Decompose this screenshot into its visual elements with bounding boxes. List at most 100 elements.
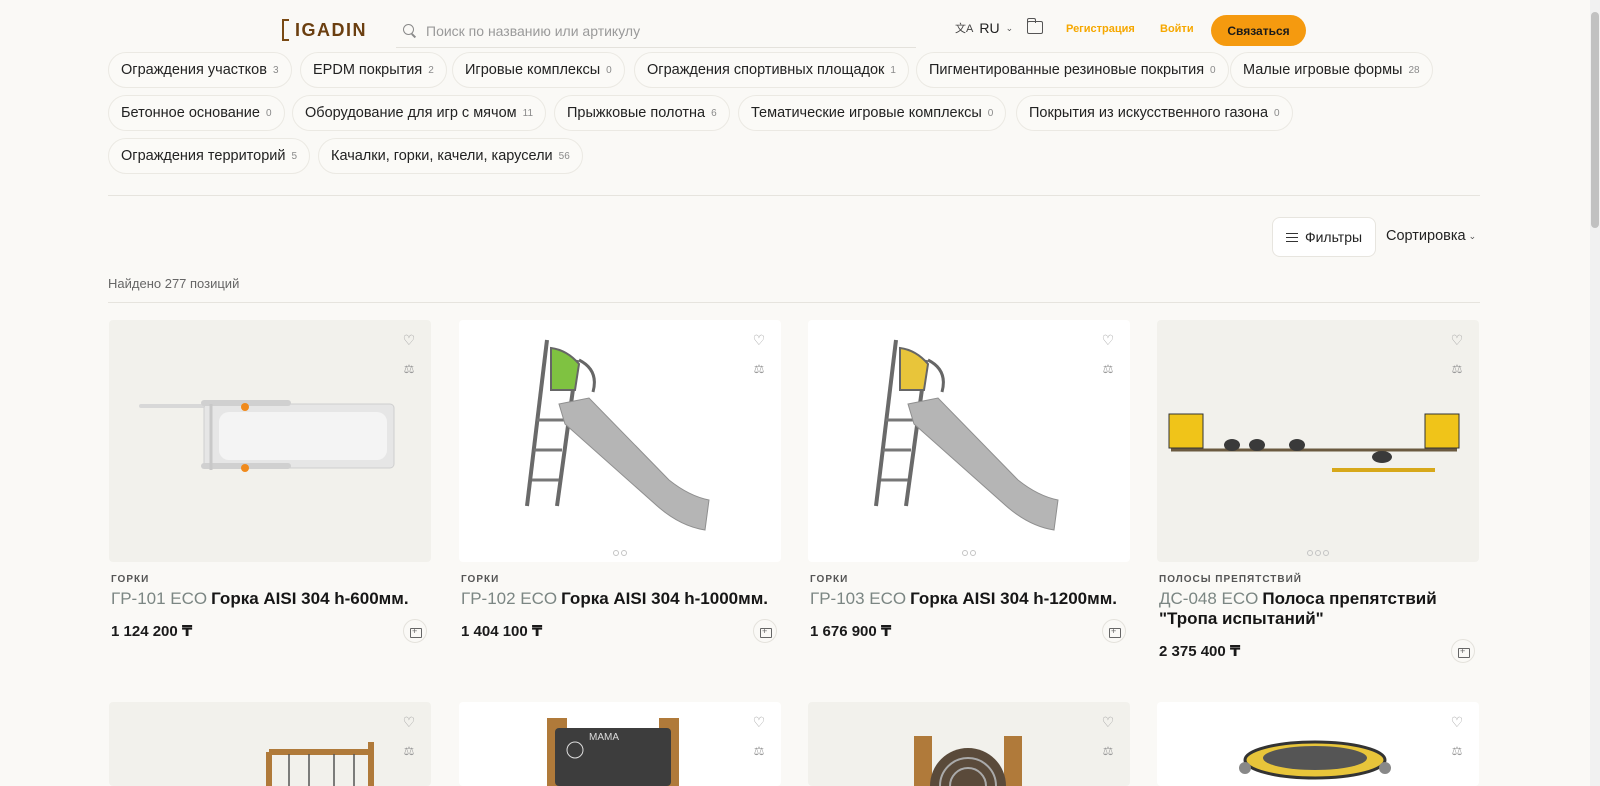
- results-count: Найдено 277 позиций: [108, 276, 240, 291]
- product-card[interactable]: ♡ ⚖ ГОРКИ ГР-101 ECO Горка AISI 304 h-600…: [109, 320, 431, 643]
- register-link[interactable]: Регистрация: [1066, 23, 1135, 35]
- image-carousel-dots[interactable]: [962, 550, 976, 556]
- product-image[interactable]: ♡ ⚖: [459, 320, 781, 562]
- chip-count: 6: [711, 107, 717, 119]
- heart-icon[interactable]: ♡: [1100, 714, 1116, 730]
- compare-scales-icon[interactable]: ⚖: [1100, 361, 1116, 377]
- category-chip[interactable]: Бетонное основание 0: [108, 95, 285, 131]
- compare-scales-icon[interactable]: ⚖: [751, 361, 767, 377]
- contact-button[interactable]: Связаться: [1211, 15, 1306, 46]
- search-bar: [396, 14, 916, 48]
- search-input[interactable]: [426, 22, 906, 39]
- category-chip[interactable]: Ограждения территорий 5: [108, 138, 311, 174]
- category-chip[interactable]: Оборудование для игр с мячом 11: [292, 95, 547, 131]
- category-chip[interactable]: Ограждения участков 3: [108, 52, 292, 88]
- heart-icon[interactable]: ♡: [751, 714, 767, 730]
- slide-green-image: [525, 339, 710, 531]
- logo[interactable]: IGADIN: [282, 19, 367, 41]
- category-chip[interactable]: Малые игровые формы 28: [1230, 52, 1433, 88]
- add-to-cart-icon[interactable]: [1102, 619, 1126, 643]
- product-price: 1 676 900 ₸: [810, 623, 892, 640]
- language-selector[interactable]: 文A RU ⌄: [955, 20, 1013, 36]
- product-image[interactable]: ♡ ⚖: [1157, 702, 1479, 786]
- chip-count: 0: [1210, 64, 1216, 76]
- compare-scales-icon[interactable]: ⚖: [1100, 743, 1116, 759]
- swing-set-image: [266, 742, 374, 786]
- cart-folder-icon[interactable]: [1026, 18, 1043, 34]
- product-price: 1 404 100 ₸: [461, 623, 543, 640]
- product-card[interactable]: МАМА ♡ ⚖: [459, 702, 781, 786]
- compare-scales-icon[interactable]: ⚖: [1449, 361, 1465, 377]
- price-row: 1 404 100 ₸: [461, 619, 781, 643]
- sort-label: Сортировка: [1386, 228, 1466, 244]
- compare-scales-icon[interactable]: ⚖: [401, 743, 417, 759]
- add-to-cart-icon[interactable]: [403, 619, 427, 643]
- compare-scales-icon[interactable]: ⚖: [751, 743, 767, 759]
- product-card[interactable]: ♡ ⚖: [1157, 702, 1479, 786]
- login-link[interactable]: Войти: [1160, 23, 1194, 35]
- product-title[interactable]: ДС-048 ECO Полоса препятствий "Тропа испы…: [1159, 589, 1479, 629]
- chip-count: 0: [1274, 107, 1280, 119]
- product-category: ГОРКИ: [810, 574, 849, 585]
- product-name: Горка AISI 304 h-600мм.: [211, 589, 409, 608]
- chip-count: 3: [272, 64, 279, 76]
- add-to-cart-icon[interactable]: [1451, 639, 1475, 663]
- chip-count: 1: [890, 64, 896, 76]
- product-image[interactable]: ♡ ⚖: [1157, 320, 1479, 562]
- heart-icon[interactable]: ♡: [401, 332, 417, 348]
- product-name: Горка AISI 304 h-1200мм.: [910, 589, 1117, 608]
- heart-icon[interactable]: ♡: [751, 332, 767, 348]
- category-chip[interactable]: Качалки, горки, качели, карусели 56: [318, 138, 583, 174]
- scrollbar-thumb[interactable]: [1591, 12, 1599, 228]
- image-carousel-dots[interactable]: [1307, 550, 1329, 556]
- category-chip[interactable]: Прыжковые полотна 6: [554, 95, 730, 131]
- product-title[interactable]: ГР-101 ECO Горка AISI 304 h-600мм.: [111, 589, 431, 609]
- product-card[interactable]: ♡ ⚖: [109, 702, 431, 786]
- chip-label: Пигментированные резиновые покрытия: [929, 62, 1205, 78]
- slide-yellow-image: [874, 339, 1059, 531]
- chip-label: Ограждения спортивных площадок: [647, 62, 885, 78]
- product-image[interactable]: ♡ ⚖: [109, 702, 431, 786]
- translate-icon: 文A: [955, 23, 974, 35]
- category-chip[interactable]: EPDM покрытия 2: [300, 52, 447, 88]
- product-sku: ГР-103 ECO: [810, 589, 907, 608]
- category-chip[interactable]: Ограждения спортивных площадок 1: [634, 52, 909, 88]
- product-category: ПОЛОСЫ ПРЕПЯТСТВИЙ: [1159, 574, 1302, 585]
- product-category: ГОРКИ: [461, 574, 500, 585]
- product-image[interactable]: ♡ ⚖: [808, 702, 1130, 786]
- chip-label: Тематические игровые комплексы: [751, 105, 982, 121]
- product-price: 2 375 400 ₸: [1159, 643, 1241, 660]
- product-image[interactable]: ♡ ⚖: [109, 320, 431, 562]
- sort-dropdown[interactable]: Сортировка ⌄: [1386, 228, 1476, 244]
- image-carousel-dots[interactable]: [613, 550, 627, 556]
- category-chip[interactable]: Игровые комплексы 0: [452, 52, 625, 88]
- heart-icon[interactable]: ♡: [1449, 714, 1465, 730]
- price-row: 2 375 400 ₸: [1159, 639, 1479, 663]
- product-title[interactable]: ГР-102 ECO Горка AISI 304 h-1000мм.: [461, 589, 781, 609]
- product-image[interactable]: ♡ ⚖: [808, 320, 1130, 562]
- scrollbar[interactable]: [1590, 0, 1600, 786]
- compare-scales-icon[interactable]: ⚖: [1449, 743, 1465, 759]
- product-category: ГОРКИ: [111, 574, 150, 585]
- add-to-cart-icon[interactable]: [753, 619, 777, 643]
- chip-label: Качалки, горки, качели, карусели: [331, 148, 553, 164]
- product-card[interactable]: ♡ ⚖ ГОРКИ ГР-102 ECO Горка AISI 304 h-100…: [459, 320, 781, 643]
- filters-label: Фильтры: [1304, 229, 1363, 245]
- product-card[interactable]: ♡ ⚖: [808, 702, 1130, 786]
- product-card[interactable]: ♡ ⚖ ГОРКИ ГР-103 ECO Горка AISI 304 h-120…: [808, 320, 1130, 643]
- heart-icon[interactable]: ♡: [1100, 332, 1116, 348]
- category-chip[interactable]: Тематические игровые комплексы 0: [738, 95, 1007, 131]
- product-image[interactable]: МАМА ♡ ⚖: [459, 702, 781, 786]
- heart-icon[interactable]: ♡: [1449, 332, 1465, 348]
- product-card[interactable]: ♡ ⚖ ПОЛОСЫ ПРЕПЯТСТВИЙ ДС-048 ECO Полоса …: [1157, 320, 1479, 663]
- category-chip[interactable]: Пигментированные резиновые покрытия 0: [916, 52, 1229, 88]
- category-chip[interactable]: Покрытия из искусственного газона 0: [1016, 95, 1293, 131]
- product-title[interactable]: ГР-103 ECO Горка AISI 304 h-1200мм.: [810, 589, 1130, 609]
- chevron-down-icon: ⌄: [1468, 230, 1477, 241]
- compare-scales-icon[interactable]: ⚖: [401, 361, 417, 377]
- chip-count: 11: [522, 107, 534, 119]
- heart-icon[interactable]: ♡: [401, 714, 417, 730]
- filters-button[interactable]: Фильтры: [1272, 217, 1376, 257]
- chip-label: Бетонное основание: [121, 105, 260, 121]
- product-price: 1 124 200 ₸: [111, 623, 193, 640]
